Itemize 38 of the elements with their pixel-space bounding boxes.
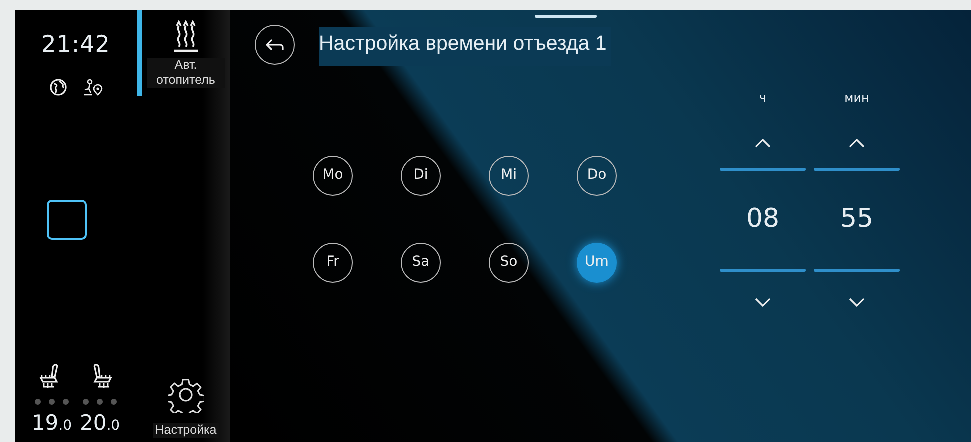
heat-level-dot [97, 399, 104, 405]
weekday-button[interactable]: Di [401, 156, 441, 196]
back-button[interactable] [255, 25, 295, 65]
heat-level-dot [83, 399, 90, 405]
square-icon[interactable] [47, 200, 87, 240]
seat-temperature: 20.0 [80, 413, 120, 434]
chevron-up-icon [849, 138, 865, 148]
weekday-button[interactable]: So [489, 242, 529, 283]
globe-icon [50, 78, 66, 96]
back-arrow-icon [266, 39, 284, 51]
weekday-button[interactable]: Do [577, 156, 617, 196]
time-value: 55 [840, 203, 874, 236]
chevron-up-icon [755, 138, 771, 148]
heat-waves-icon [171, 20, 201, 54]
unit-label: мин [844, 90, 870, 107]
heat-level-dot [48, 399, 55, 405]
chevron-down-icon [755, 298, 771, 307]
settings-button[interactable]: Настройка [137, 367, 230, 442]
gear-icon [168, 377, 204, 413]
unit-label: ч [759, 90, 767, 107]
heat-level-dot [62, 399, 69, 405]
increment-button[interactable] [755, 138, 771, 148]
weekday-button[interactable]: Mo [313, 156, 353, 196]
weekday-button[interactable]: Mi [489, 156, 529, 196]
heat-level-dot [34, 399, 41, 405]
increment-button[interactable] [849, 138, 865, 148]
screen-title: Настройка времени отъезда 1 [319, 27, 611, 66]
decrement-button[interactable] [755, 298, 771, 307]
chevron-down-icon [849, 298, 865, 307]
weekday-button[interactable]: Fr [313, 242, 353, 283]
heat-level-dot [111, 399, 118, 405]
seat-temperature: 19.0 [32, 413, 72, 434]
person-location-icon [82, 78, 102, 96]
clock-time: 21:42 [42, 31, 110, 60]
drag-handle[interactable] [535, 15, 597, 18]
weekday-button[interactable]: Sa [401, 242, 441, 283]
time-value: 08 [746, 203, 780, 236]
decrement-button[interactable] [849, 298, 865, 307]
